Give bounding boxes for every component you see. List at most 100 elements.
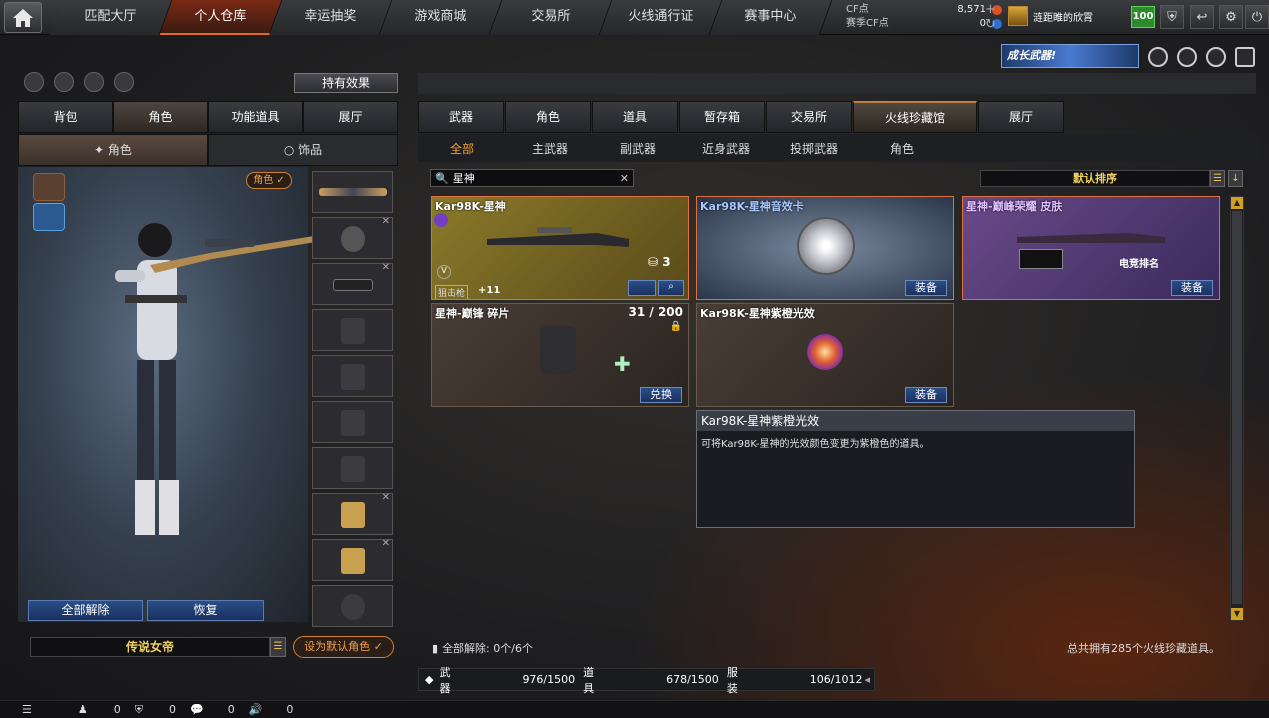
sort-dropdown[interactable]: 默认排序 — [980, 170, 1210, 187]
slot-accessory-1[interactable]: ✕ — [312, 492, 393, 535]
item-card[interactable]: 星神-巅锋 碎片 31 / 200 🔒 ✚ 兑换 — [431, 303, 689, 407]
pet-icon[interactable] — [114, 72, 134, 92]
search-icon: 🔍 — [435, 171, 449, 185]
inspect-search-icon[interactable]: ⌕ — [658, 280, 684, 296]
stats-icon[interactable] — [24, 72, 44, 92]
character-name[interactable]: 传说女帝 — [30, 637, 270, 657]
slot-helmet[interactable]: ✕ — [312, 216, 393, 259]
nav-tab-lucky-draw[interactable]: 幸运抽奖 — [269, 0, 393, 35]
tab-exchange[interactable]: 交易所 — [766, 101, 852, 133]
item-card[interactable]: Kar98K-星神音效卡 装备 — [696, 196, 954, 300]
close-icon[interactable]: ✕ — [382, 216, 390, 227]
filter-role[interactable]: 角色 — [858, 140, 946, 157]
unequip-status: ▮ 全部解除: 0个/6个 — [432, 641, 533, 656]
tab-weapons[interactable]: 武器 — [418, 101, 504, 133]
clear-search-icon[interactable]: ✕ — [620, 172, 629, 185]
nav-tab-exchange[interactable]: 交易所 — [489, 0, 613, 35]
list-menu-icon[interactable]: ☰ — [1210, 170, 1225, 187]
close-icon[interactable]: ✕ — [382, 262, 390, 273]
scroll-up-icon[interactable]: ▲ — [1231, 197, 1243, 209]
filter-all[interactable]: 全部 — [418, 140, 506, 157]
tab-backpack[interactable]: 背包 — [18, 101, 113, 133]
equip-button[interactable]: 装备 — [1171, 280, 1213, 296]
eagle-icon[interactable] — [33, 173, 65, 201]
top-icon — [341, 364, 365, 390]
filter-primary[interactable]: 主武器 — [506, 140, 594, 157]
filter-secondary[interactable]: 副武器 — [594, 140, 682, 157]
left-toolbar — [24, 72, 134, 92]
add-currency-icon[interactable]: + ↻ — [985, 2, 996, 32]
user-info[interactable]: 涟距睢的欣霄 — [1008, 6, 1093, 26]
gear-icon[interactable]: ⚙ — [1219, 5, 1243, 29]
nav-tab-match-lobby[interactable]: 匹配大厅 — [49, 0, 173, 35]
w-logo-icon[interactable] — [1235, 47, 1255, 67]
tab-character[interactable]: 角色 — [113, 101, 208, 133]
growth-weapon-banner[interactable]: 成长武器! — [1001, 44, 1139, 68]
home-button[interactable] — [4, 2, 42, 33]
slot-pants[interactable] — [312, 447, 393, 489]
filter-throwing[interactable]: 投掷武器 — [770, 140, 858, 157]
tab-items[interactable]: 道具 — [592, 101, 678, 133]
friends-icon: ♟ — [77, 703, 88, 716]
close-icon[interactable]: ✕ — [382, 492, 390, 503]
emblem-icon[interactable] — [1177, 47, 1197, 67]
collapse-icon[interactable]: ◂ — [864, 673, 870, 686]
scroll-down-icon[interactable]: ▼ — [1231, 608, 1243, 620]
slot-gloves[interactable] — [312, 401, 393, 443]
slot-top[interactable] — [312, 355, 393, 397]
tab-showroom[interactable]: 展厅 — [303, 101, 398, 133]
slot-weapon[interactable] — [312, 171, 393, 213]
exchange-button[interactable]: 兑换 — [640, 387, 682, 403]
guild-status[interactable]: ⛨ 0 — [135, 703, 176, 717]
nav-tab-personal-warehouse[interactable]: 个人仓库 — [159, 0, 283, 35]
tab-function-items[interactable]: 功能道具 — [208, 101, 303, 133]
sort-direction-icon[interactable]: ↓ — [1228, 170, 1243, 187]
wings-icon[interactable] — [1206, 47, 1226, 67]
tab-roles[interactable]: 角色 — [505, 101, 591, 133]
menu-icon[interactable]: ☰ — [22, 703, 32, 716]
return-icon[interactable]: ↩ — [1190, 5, 1214, 29]
nav-tab-battle-pass[interactable]: 火线通行证 — [599, 0, 723, 35]
tooltip-title: Kar98K-星神紫橙光效 — [697, 411, 1134, 431]
equip-button[interactable]: 装备 — [905, 387, 947, 403]
subtab-character[interactable]: ✦ 角色 — [18, 134, 208, 166]
list-menu-icon[interactable]: ☰ — [270, 637, 286, 657]
slot-glasses[interactable]: ✕ — [312, 262, 393, 305]
slot-vest[interactable] — [312, 309, 393, 351]
modify-button[interactable] — [628, 280, 656, 296]
item-card[interactable]: 星神-巅峰荣耀 皮肤 电竞排名 装备 — [962, 196, 1220, 300]
power-icon[interactable]: ⏻ — [1245, 5, 1269, 29]
slot-ring[interactable] — [312, 585, 393, 627]
tab-collection-hall[interactable]: 火线珍藏馆 — [853, 101, 977, 133]
set-default-button[interactable]: 设为默认角色 ✓ — [293, 636, 394, 658]
nav-tab-event-center[interactable]: 赛事中心 — [709, 0, 833, 35]
effects-button[interactable]: 持有效果 — [294, 73, 398, 93]
user-name: 涟距睢的欣霄 — [1033, 12, 1093, 24]
unequip-all-button[interactable]: 全部解除 — [28, 600, 143, 621]
filter-melee[interactable]: 近身武器 — [682, 140, 770, 157]
slot-accessory-2[interactable]: ✕ — [312, 538, 393, 581]
voice-status[interactable]: 🔊 0 — [249, 703, 294, 716]
refresh-icon[interactable]: ↻ — [985, 17, 996, 32]
wings-badge-icon[interactable] — [33, 203, 65, 231]
badge-icon[interactable] — [1148, 47, 1168, 67]
search-input[interactable]: 🔍 星神 ✕ — [430, 169, 634, 187]
equip-button[interactable]: 装备 — [905, 280, 947, 296]
close-icon[interactable]: ✕ — [382, 538, 390, 549]
tab-showroom[interactable]: 展厅 — [978, 101, 1064, 133]
pants-icon — [341, 456, 365, 482]
chat-status[interactable]: 💬 0 — [190, 703, 235, 716]
item-card[interactable]: Kar98K-星神紫橙光效 装备 — [696, 303, 954, 407]
role-tag[interactable]: 角色 ✓ — [246, 172, 292, 189]
friends-status[interactable]: ♟ 0 — [78, 703, 121, 716]
item-card[interactable]: Kar98K-星神 ⛁ 3 V 狙击枪 +11 ⌕ — [431, 196, 689, 300]
rotate-icon[interactable] — [54, 72, 74, 92]
scrollbar[interactable]: ▲ ▼ — [1230, 196, 1244, 621]
subtab-accessory[interactable]: ○ 饰品 — [208, 134, 398, 166]
pose-icon[interactable] — [84, 72, 104, 92]
shield-icon[interactable]: ⛨ — [1160, 5, 1184, 29]
tab-storage-box[interactable]: 暂存箱 — [679, 101, 765, 133]
nav-tab-game-mall[interactable]: 游戏商城 — [379, 0, 503, 35]
restore-button[interactable]: 恢复 — [147, 600, 264, 621]
scroll-thumb[interactable] — [1232, 211, 1242, 604]
